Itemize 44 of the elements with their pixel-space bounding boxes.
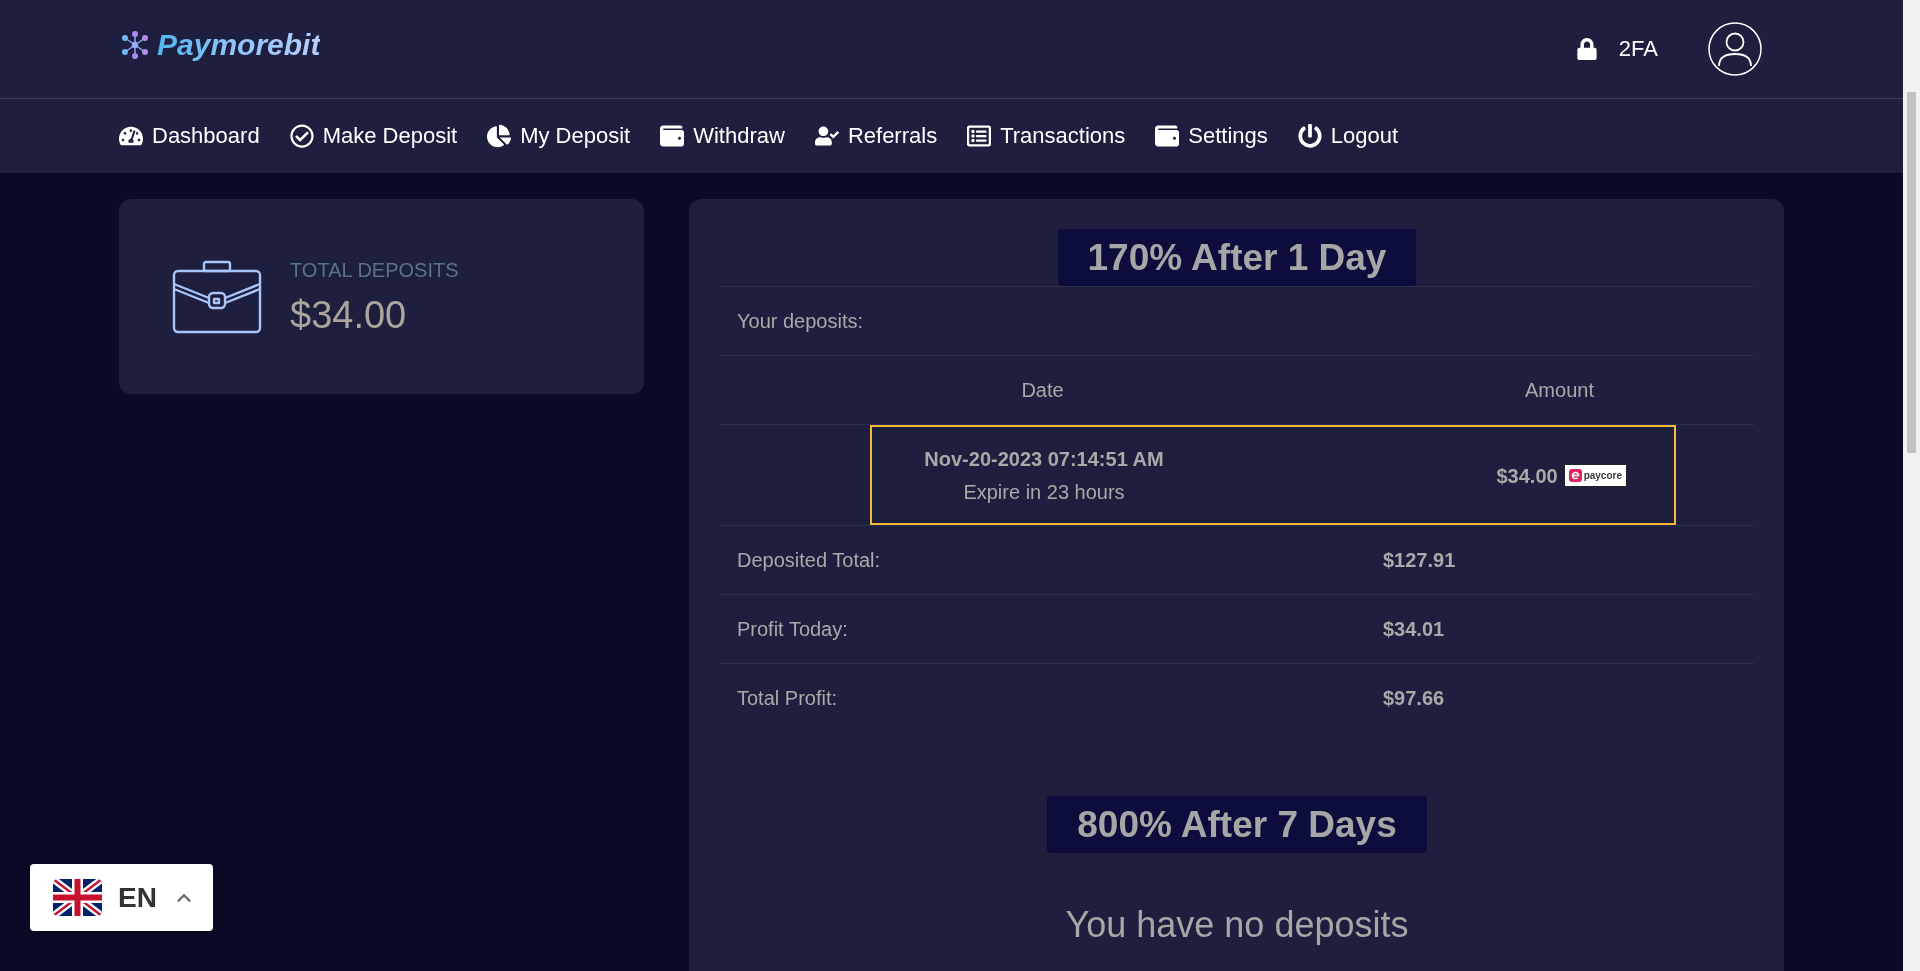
column-header: Amount	[1524, 378, 1595, 403]
total-deposits-value: $34.00	[290, 295, 408, 335]
nav-link[interactable]: Withdraw	[660, 123, 785, 149]
scrollbar[interactable]	[1903, 0, 1920, 971]
your-deposits-label: Your deposits:	[737, 310, 863, 332]
user-avatar-icon	[1708, 22, 1762, 76]
summary-value: $34.01	[1382, 617, 1446, 642]
empty-message: You have no deposits	[1064, 904, 1410, 945]
deposit-expiry: Expire in 23 hours	[963, 480, 1125, 504]
gauge-icon	[119, 124, 143, 148]
lock-icon	[1575, 38, 1598, 60]
summary-value: $97.66	[1382, 686, 1446, 711]
plan-title: 800% After 7 Days	[1047, 796, 1427, 853]
power-icon	[1297, 124, 1322, 148]
nav-link[interactable]: Transactions	[967, 123, 1126, 149]
profile-button[interactable]	[1708, 22, 1762, 76]
summary-label: Profit Today:	[736, 617, 849, 642]
wallet-icon	[1155, 124, 1180, 148]
nav-link[interactable]: Dashboard	[119, 123, 260, 149]
wallet-icon	[660, 124, 685, 148]
total-deposits-label: TOTAL DEPOSITS	[290, 258, 459, 282]
summary-value: $127.91	[1382, 548, 1457, 573]
summary-label: Total Profit:	[736, 686, 839, 711]
logo-icon	[120, 30, 150, 60]
plan-title: 170% After 1 Day	[1057, 229, 1417, 286]
flag-icon	[53, 879, 102, 916]
deposit-date: Nov-20-2023 07:14:51 AM	[924, 447, 1164, 471]
column-header: Date	[1020, 378, 1065, 403]
deposit-amount: $34.00	[1496, 463, 1558, 488]
user-check-icon	[814, 124, 839, 148]
briefcase-icon	[172, 259, 262, 334]
nav-link[interactable]: Logout	[1297, 123, 1399, 149]
list-icon	[967, 124, 992, 148]
nav-link[interactable]: Settings	[1155, 123, 1268, 149]
logo-mark-icon	[1568, 469, 1582, 482]
nav-link[interactable]: Referrals	[814, 123, 938, 149]
two-factor-link[interactable]: 2FA	[1575, 36, 1658, 62]
nav-link[interactable]: My Deposit	[487, 123, 631, 149]
language-selector[interactable]: EN	[30, 864, 213, 931]
summary-label: Deposited Total:	[736, 548, 882, 573]
scrollbar-thumb[interactable]	[1907, 92, 1916, 453]
payment-method-name: paycore	[1583, 469, 1622, 482]
pie-chart-icon	[487, 124, 512, 148]
nav-link[interactable]: Make Deposit	[289, 123, 458, 149]
